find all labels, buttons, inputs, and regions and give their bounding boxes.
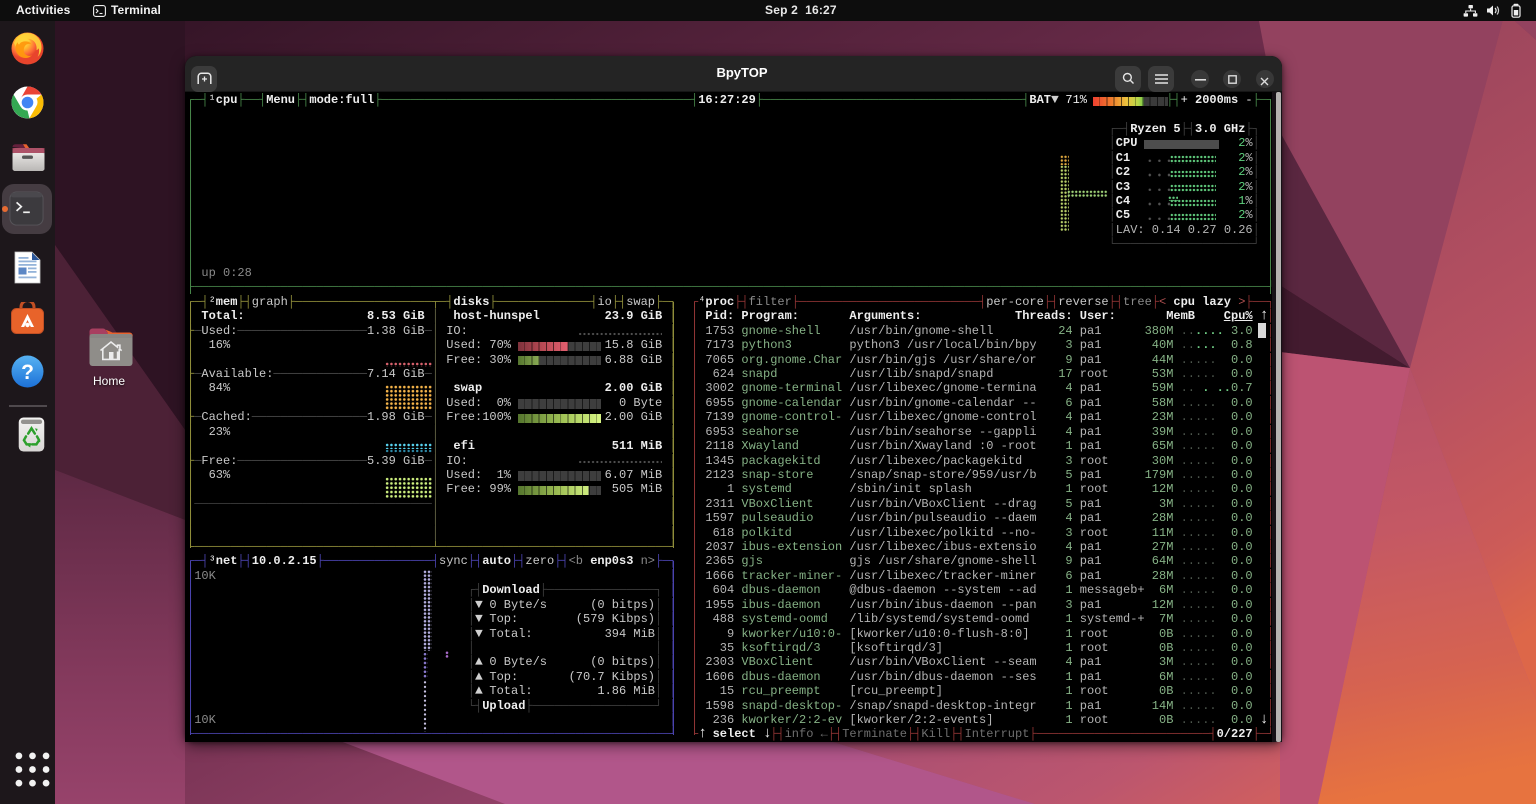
svg-text:?: ? (21, 361, 34, 384)
